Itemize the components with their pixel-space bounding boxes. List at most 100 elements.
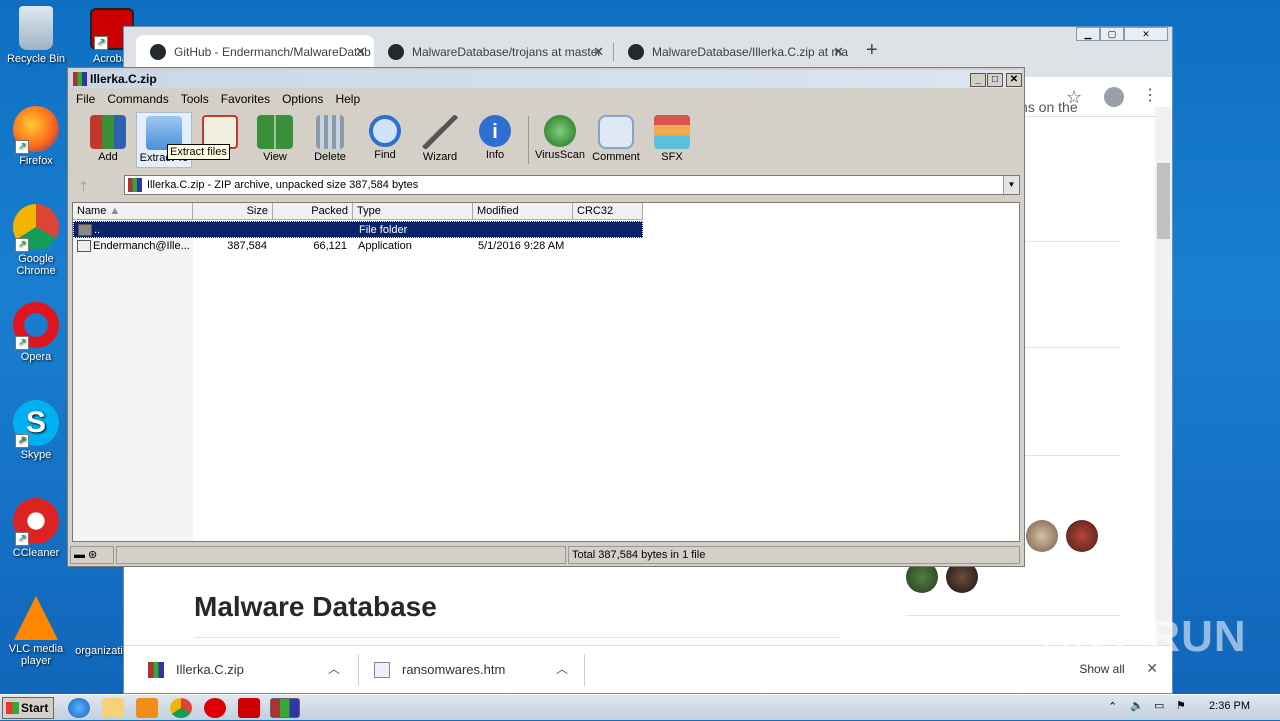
new-tab-button[interactable]: + <box>866 39 878 62</box>
menu-bar: File Commands Tools Favorites Options Help <box>70 89 1022 109</box>
menu-commands[interactable]: Commands <box>101 89 174 106</box>
chrome-taskbar-icon[interactable] <box>170 698 192 718</box>
minimize-button[interactable]: _ <box>970 73 986 87</box>
column-header-size[interactable]: Size <box>193 203 273 220</box>
profile-icon[interactable] <box>1104 87 1124 107</box>
flag-icon[interactable]: ⚑ <box>1176 699 1186 712</box>
media-player-icon[interactable] <box>136 698 158 718</box>
archive-path-field[interactable]: Illerka.C.zip - ZIP archive, unpacked si… <box>124 175 1020 195</box>
desktop-icon-firefox[interactable]: ↗ Firefox <box>0 106 72 167</box>
opera-taskbar-icon[interactable] <box>204 698 226 718</box>
desktop-icon-recycle-bin[interactable]: Recycle Bin <box>0 6 72 65</box>
desktop-icon-opera[interactable]: ↗ Opera <box>0 302 72 363</box>
windows-flag-icon <box>6 702 19 714</box>
cell-type: Application <box>358 240 412 252</box>
column-header-crc32[interactable]: CRC32 <box>573 203 643 220</box>
close-tab-icon[interactable]: ✕ <box>833 35 844 69</box>
menu-tools[interactable]: Tools <box>175 89 215 106</box>
table-row[interactable]: .. File folder <box>73 221 643 238</box>
page-scrollbar[interactable] <box>1155 107 1172 647</box>
status-bar: ▬ ⊛ Total 387,584 bytes in 1 file <box>70 545 1022 565</box>
desktop-icon-label: Skype <box>20 449 52 461</box>
wizard-button[interactable]: Wizard <box>412 112 468 168</box>
github-icon <box>150 44 166 60</box>
up-arrow-icon[interactable]: 🡑 <box>80 176 87 200</box>
tab-illerka[interactable]: MalwareDatabase/Illerka.C.zip at ma ✕ <box>614 35 852 69</box>
skype-icon: S ↗ <box>13 400 59 448</box>
maximize-button[interactable]: □ <box>987 73 1003 87</box>
menu-help[interactable]: Help <box>329 89 366 106</box>
desktop-icon-vlc[interactable]: VLC media player <box>0 596 72 667</box>
tool-label: Add <box>98 151 118 163</box>
close-button[interactable]: ✕ <box>1006 73 1022 87</box>
status-total: Total 387,584 bytes in 1 file <box>568 546 1020 564</box>
winrar-titlebar[interactable]: Illerka.C.zip _ □ ✕ <box>70 70 1022 88</box>
explorer-folder-icon[interactable] <box>102 698 124 718</box>
sfx-box-icon <box>654 115 690 149</box>
ie-icon[interactable] <box>68 698 90 718</box>
clock[interactable]: 2:36 PM <box>1209 700 1250 712</box>
archive-path: Illerka.C.zip - ZIP archive, unpacked si… <box>147 179 419 191</box>
tab-trojans[interactable]: MalwareDatabase/trojans at master ✕ <box>374 35 612 69</box>
download-item-ransomwares[interactable]: ransomwares.htm <box>402 646 505 694</box>
column-header-name[interactable]: Name ▲ <box>73 203 193 220</box>
comment-button[interactable]: Comment <box>588 112 644 168</box>
contributor-avatar[interactable] <box>1066 520 1098 552</box>
network-icon[interactable]: ▭ <box>1154 699 1164 712</box>
address-bar: 🡑 Illerka.C.zip - ZIP archive, unpacked … <box>70 172 1022 198</box>
column-header-modified[interactable]: Modified <box>473 203 573 220</box>
column-header-packed[interactable]: Packed <box>273 203 353 220</box>
trash-icon <box>316 115 344 149</box>
tool-label: VirusScan <box>535 149 585 161</box>
vlc-icon <box>14 596 58 640</box>
add-button[interactable]: Add <box>80 112 136 168</box>
page-snippet: ns on the <box>1020 99 1078 115</box>
view-button[interactable]: View <box>247 112 303 168</box>
close-tab-icon[interactable]: ✕ <box>593 35 604 69</box>
chevron-up-icon[interactable]: ︿ <box>556 660 568 677</box>
table-row[interactable]: Endermanch@Ille... 387,584 66,121 Applic… <box>73 238 643 255</box>
download-item-illerka[interactable]: Illerka.C.zip <box>176 646 244 694</box>
scrollbar-thumb[interactable] <box>1157 163 1170 239</box>
find-button[interactable]: Find <box>357 112 413 168</box>
tray-expand-icon[interactable]: ⌃ <box>1108 700 1117 713</box>
menu-file[interactable]: File <box>70 89 101 106</box>
acrobat-taskbar-icon[interactable] <box>238 698 260 718</box>
desktop-icon-label: CCleaner <box>12 547 60 559</box>
chevron-up-icon[interactable]: ︿ <box>328 660 340 677</box>
info-button[interactable]: i Info <box>467 112 523 168</box>
sfx-button[interactable]: SFX <box>644 112 700 168</box>
header-label: Name <box>77 205 107 217</box>
tool-label: Find <box>374 149 396 161</box>
minimize-button[interactable]: ▁ <box>1076 27 1100 41</box>
desktop-icon-chrome[interactable]: ↗ Google Chrome <box>0 204 72 277</box>
download-divider <box>584 654 585 686</box>
recycle-bin-icon <box>19 6 53 50</box>
desktop-icon-skype[interactable]: S ↗ Skype <box>0 400 72 461</box>
tab-github-malwaredatabase[interactable]: GitHub - Endermanch/MalwareDatab ✕ <box>136 35 374 69</box>
contributor-avatar[interactable] <box>1026 520 1058 552</box>
winrar-taskbar-icon[interactable] <box>270 698 300 718</box>
menu-options[interactable]: Options <box>276 89 329 106</box>
volume-icon[interactable]: 🔈 <box>1130 699 1144 712</box>
column-header-type[interactable]: Type <box>353 203 473 220</box>
drive-indicator[interactable]: ▬ ⊛ <box>70 546 114 564</box>
add-archive-icon <box>90 115 126 149</box>
file-list: Name ▲ Size Packed Type Modified CRC32 .… <box>72 202 1020 542</box>
chrome-menu-icon[interactable]: ⋮ <box>1142 85 1158 105</box>
sort-up-icon: ▲ <box>109 205 121 217</box>
virusscan-button[interactable]: VirusScan <box>532 112 588 168</box>
close-tab-icon[interactable]: ✕ <box>355 35 366 69</box>
tool-label: Wizard <box>422 151 458 163</box>
cell-size: 387,584 <box>227 240 267 252</box>
status-left <box>116 546 566 564</box>
chevron-down-icon[interactable]: ▼ <box>1003 176 1019 194</box>
close-window-button[interactable]: ✕ <box>1124 27 1168 41</box>
close-downloads-icon[interactable]: ✕ <box>1146 660 1158 677</box>
desktop-icon-ccleaner[interactable]: ↗ CCleaner <box>0 498 72 559</box>
delete-button[interactable]: Delete <box>302 112 358 168</box>
menu-favorites[interactable]: Favorites <box>215 89 276 106</box>
maximize-button[interactable]: ▢ <box>1100 27 1124 41</box>
start-button[interactable]: Start <box>2 697 54 719</box>
heading-divider <box>194 637 840 638</box>
